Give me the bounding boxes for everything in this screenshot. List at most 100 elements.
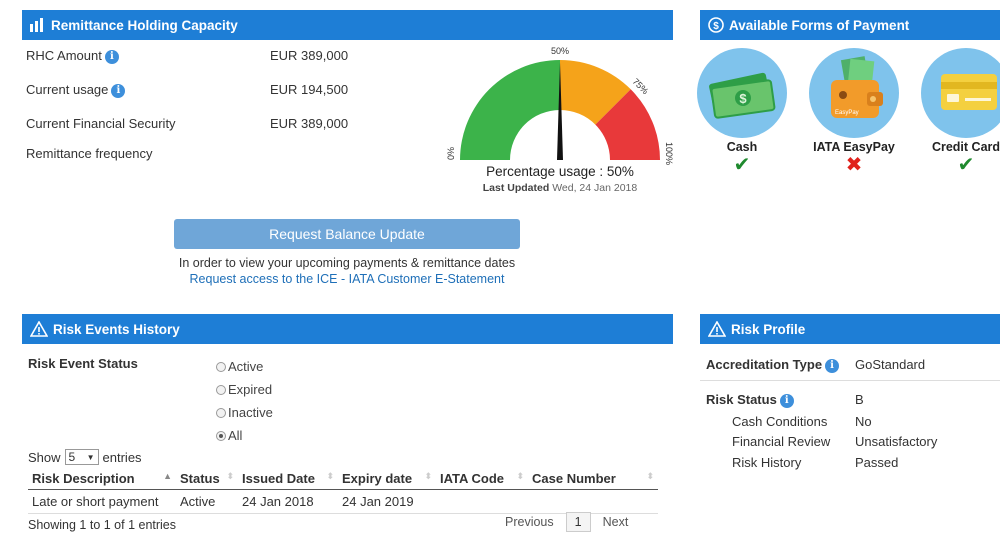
page-length-select[interactable]: 5 ▼ [64,449,99,465]
financial-security-label: Current Financial Security [26,116,176,131]
sort-icon: ⬍ [326,471,334,481]
risk-status-label-text: Risk Status [706,392,777,407]
column-header-expiry-date[interactable]: Expiry date ⬍ [338,468,436,490]
column-header-label: Case Number [532,471,616,486]
radio-expired[interactable]: Expired [216,382,272,397]
risk-event-status-label: Risk Event Status [28,356,138,371]
estatement-access-link[interactable]: Request access to the ICE - IATA Custome… [174,272,520,286]
cell-status: Active [176,489,238,514]
previous-page-button[interactable]: Previous [505,515,554,529]
column-header-label: Issued Date [242,471,315,486]
column-header-case-number[interactable]: Case Number ⬍ [528,468,658,490]
info-icon[interactable]: i [779,393,794,408]
risk-events-panel-title: Risk Events History [53,321,180,337]
payment-panel-title: Available Forms of Payment [729,17,910,33]
entries-label: entries [102,449,142,465]
wallet-icon: EasyPay [809,48,899,138]
accreditation-type-value: GoStandard [855,357,926,372]
rhc-amount-label: RHC Amount i [26,48,119,64]
radio-button[interactable] [216,407,226,418]
financial-security-value: EUR 389,000 [270,116,349,131]
column-header-label: Expiry date [342,471,413,486]
percentage-usage-text: Percentage usage : 50% [486,164,634,179]
cash-conditions-value: No [855,414,872,429]
info-icon[interactable]: i [104,49,119,64]
column-header-status[interactable]: Status ⬍ [176,468,238,490]
current-usage-label-text: Current usage [26,82,109,97]
radio-button[interactable] [216,361,226,372]
easypay-card-text: EasyPay [835,110,859,116]
payment-credit-card: Credit Card ✔ [918,48,1000,176]
payment-easypay-label: IATA EasyPay [813,140,895,154]
sort-asc-icon: ▲ [163,471,172,481]
risk-profile-panel-title: Risk Profile [731,321,806,337]
warning-icon [30,321,48,337]
last-updated: Last Updated Wed, 24 Jan 2018 [440,182,680,194]
check-icon: ✔ [957,154,975,176]
page-length-value: 5 [68,450,76,464]
cross-icon: ✖ [845,154,863,176]
payment-cash-label: Cash [726,140,758,154]
rhc-panel-header: Remittance Holding Capacity [22,10,673,40]
radio-inactive[interactable]: Inactive [216,405,273,420]
pagination: Previous 1 Next [505,512,628,532]
estatement-note: In order to view your upcoming payments … [178,256,516,270]
cell-expiry-date: 24 Jan 2019 [338,489,436,514]
payment-cash: $ Cash ✔ [694,48,790,176]
column-header-iata-code[interactable]: IATA Code ⬍ [436,468,528,490]
sort-icon: ⬍ [516,471,524,481]
dollar-circle-icon: $ [708,17,724,33]
cell-risk-description: Late or short payment [28,489,176,514]
cash-conditions-label: Cash Conditions [732,414,828,429]
rhc-panel-title: Remittance Holding Capacity [51,17,238,33]
sort-icon: ⬍ [646,471,654,481]
financial-review-value: Unsatisfactory [855,434,938,449]
rhc-amount-label-text: RHC Amount [26,48,102,63]
radio-inactive-label: Inactive [228,405,273,420]
gauge-segment-green [460,60,560,160]
gauge-tick-50: 50% [551,46,569,56]
info-icon[interactable]: i [111,83,126,98]
page-button-1[interactable]: 1 [565,512,591,532]
financial-review-label: Financial Review [732,434,831,449]
divider [700,380,1000,381]
next-page-button[interactable]: Next [603,515,629,529]
last-updated-label: Last Updated [482,182,550,194]
column-header-risk-description[interactable]: Risk Description ▲ [28,468,176,490]
sort-icon: ⬍ [226,471,234,481]
table-row: Late or short payment Active 24 Jan 2018… [28,489,658,514]
radio-button-selected[interactable] [216,430,226,441]
radio-all[interactable]: All [216,428,242,443]
gauge-tick-100: 100% [664,142,674,165]
svg-text:$: $ [739,91,747,106]
accreditation-type-label: Accreditation Type i [706,357,840,373]
risk-history-value: Passed [855,455,899,470]
payment-panel-header: $ Available Forms of Payment [700,10,1000,40]
payment-easypay: EasyPay IATA EasyPay ✖ [806,48,902,176]
radio-all-label: All [228,428,243,443]
cash-icon: $ [697,48,787,138]
column-header-label: Risk Description [32,471,135,486]
sort-icon: ⬍ [424,471,432,481]
info-icon[interactable]: i [825,358,840,373]
warning-icon [708,321,726,337]
column-header-issued-date[interactable]: Issued Date ⬍ [238,468,338,490]
rhc-amount-value: EUR 389,000 [270,48,349,63]
radio-active[interactable]: Active [216,359,263,374]
check-icon: ✔ [733,154,751,176]
current-usage-value: EUR 194,500 [270,82,349,97]
radio-active-label: Active [228,359,264,374]
bar-chart-icon [30,18,46,32]
svg-text:$: $ [713,21,719,32]
cell-issued-date: 24 Jan 2018 [238,489,338,514]
request-balance-update-button[interactable]: Request Balance Update [174,219,520,249]
table-header-row: Risk Description ▲ Status ⬍ Issued Date ⬍ E… [28,468,658,490]
last-updated-value: Wed, 24 Jan 2018 [552,182,638,194]
risk-status-label: Risk Status i [706,392,794,408]
column-header-label: Status [180,471,220,486]
risk-status-value: B [855,392,864,407]
risk-history-label: Risk History [732,455,802,470]
risk-events-panel-header: Risk Events History [22,314,673,344]
radio-button[interactable] [216,384,226,395]
chevron-down-icon: ▼ [86,452,95,462]
